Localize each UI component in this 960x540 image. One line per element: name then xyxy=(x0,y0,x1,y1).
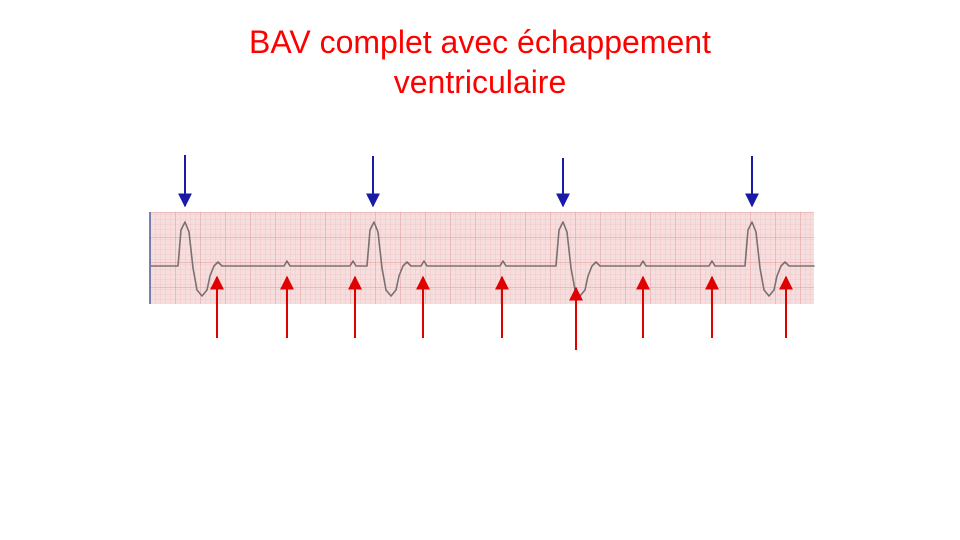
ecg-grid xyxy=(150,212,814,304)
qrs-arrows xyxy=(178,155,759,208)
ecg-strip xyxy=(149,212,815,304)
ecg-figure xyxy=(149,155,815,350)
